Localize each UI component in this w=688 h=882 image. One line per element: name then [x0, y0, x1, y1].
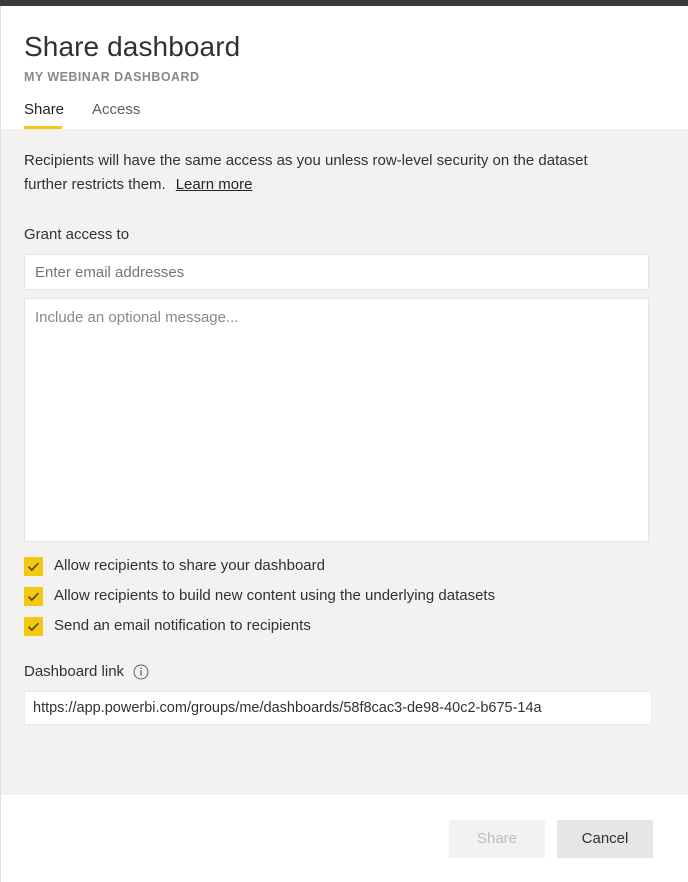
tab-access[interactable]: Access [92, 100, 140, 129]
dashboard-link-label: Dashboard link [24, 662, 664, 682]
share-options-list: Allow recipients to share your dashboard… [24, 556, 664, 636]
dashboard-link-input[interactable]: https://app.powerbi.com/groups/me/dashbo… [24, 691, 652, 725]
checkbox-label-allow-reshare: Allow recipients to share your dashboard [54, 556, 325, 576]
learn-more-link[interactable]: Learn more [176, 176, 253, 193]
info-icon[interactable] [133, 664, 149, 680]
dashboard-link-label-text: Dashboard link [24, 662, 124, 682]
tab-access-label: Access [92, 101, 140, 118]
tab-share[interactable]: Share [24, 100, 64, 129]
checkbox-label-allow-build: Allow recipients to build new content us… [54, 586, 495, 606]
dialog-header: Share dashboard MY WEBINAR DASHBOARD Sha… [0, 6, 688, 129]
grant-access-label-text: Grant access to [24, 225, 129, 245]
checkmark-icon[interactable] [24, 587, 43, 606]
cancel-button[interactable]: Cancel [557, 820, 653, 858]
optional-message-textarea[interactable]: Include an optional message... [24, 298, 649, 542]
dashboard-name-subtitle: MY WEBINAR DASHBOARD [24, 70, 664, 84]
tab-bar: Share Access [24, 100, 664, 129]
share-button[interactable]: Share [449, 820, 545, 858]
dialog-body: Recipients will have the same access as … [0, 129, 688, 795]
checkbox-row-allow-reshare[interactable]: Allow recipients to share your dashboard [24, 556, 664, 576]
checkbox-row-send-email[interactable]: Send an email notification to recipients [24, 616, 664, 636]
left-edge-divider [0, 6, 1, 882]
email-recipients-input[interactable] [24, 254, 649, 290]
dashboard-link-value: https://app.powerbi.com/groups/me/dashbo… [33, 700, 542, 716]
dialog-footer: Share Cancel [0, 795, 688, 882]
grant-access-label: Grant access to [24, 225, 664, 245]
share-dashboard-dialog: Share dashboard MY WEBINAR DASHBOARD Sha… [0, 0, 688, 882]
checkmark-icon[interactable] [24, 617, 43, 636]
checkbox-row-allow-build[interactable]: Allow recipients to build new content us… [24, 586, 664, 606]
permissions-notice-text: Recipients will have the same access as … [24, 152, 588, 193]
tab-share-label: Share [24, 101, 64, 118]
optional-message-placeholder: Include an optional message... [35, 309, 238, 326]
checkbox-label-send-email: Send an email notification to recipients [54, 616, 311, 636]
checkmark-icon[interactable] [24, 557, 43, 576]
permissions-notice: Recipients will have the same access as … [24, 149, 624, 197]
page-title: Share dashboard [24, 30, 664, 64]
